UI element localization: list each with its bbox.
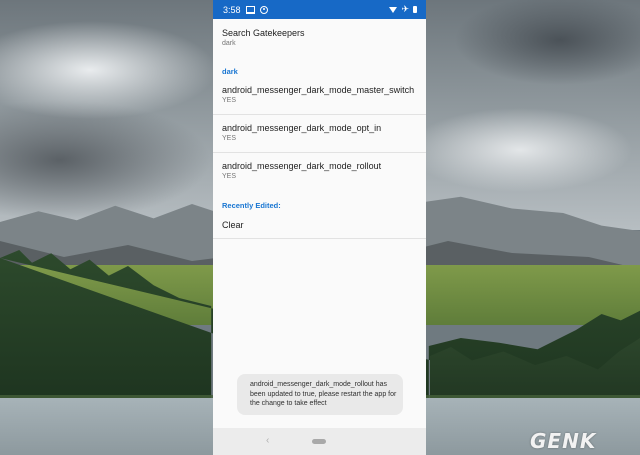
navigation-bar: ‹ — [213, 428, 426, 455]
gatekeeper-item[interactable]: android_messenger_dark_mode_master_switc… — [213, 78, 426, 114]
snackbar-message: android_messenger_dark_mode_rollout has … — [250, 381, 397, 407]
clear-button[interactable]: Clear — [213, 212, 426, 238]
search-gatekeepers-row[interactable]: Search Gatekeepers dark — [213, 19, 426, 59]
gatekeeper-item[interactable]: android_messenger_dark_mode_rollout YES — [213, 153, 426, 191]
airplane-icon: ✈ — [401, 4, 409, 14]
circle-notification-icon — [259, 5, 268, 14]
monitor-icon — [245, 5, 255, 14]
section-header-dark: dark — [222, 67, 238, 76]
battery-icon — [413, 6, 417, 13]
genk-watermark-logo: GENK — [530, 429, 597, 453]
phone-screen: 3:58 ✈ Search Gatekeepers dark dark andr… — [213, 0, 426, 455]
status-bar: 3:58 ✈ — [213, 0, 426, 19]
gatekeeper-name: android_messenger_dark_mode_rollout — [222, 161, 382, 171]
wifi-icon — [389, 6, 398, 13]
gatekeeper-value: YES — [222, 173, 237, 180]
gatekeeper-name: android_messenger_dark_mode_opt_in — [222, 123, 382, 133]
divider — [213, 238, 426, 239]
gatekeeper-value: YES — [222, 97, 237, 104]
back-icon[interactable]: ‹ — [266, 436, 269, 446]
clear-label: Clear — [222, 220, 244, 230]
section-header-recently-edited: Recently Edited: — [222, 201, 281, 210]
gatekeeper-item[interactable]: android_messenger_dark_mode_opt_in YES — [213, 115, 426, 152]
gatekeeper-value: YES — [222, 135, 237, 142]
search-value: dark — [222, 40, 236, 47]
search-title: Search Gatekeepers — [222, 28, 305, 38]
snackbar: android_messenger_dark_mode_rollout has … — [237, 374, 403, 415]
home-pill-icon[interactable] — [312, 439, 326, 444]
status-time: 3:58 — [223, 4, 241, 15]
gatekeeper-name: android_messenger_dark_mode_master_switc… — [222, 85, 415, 95]
